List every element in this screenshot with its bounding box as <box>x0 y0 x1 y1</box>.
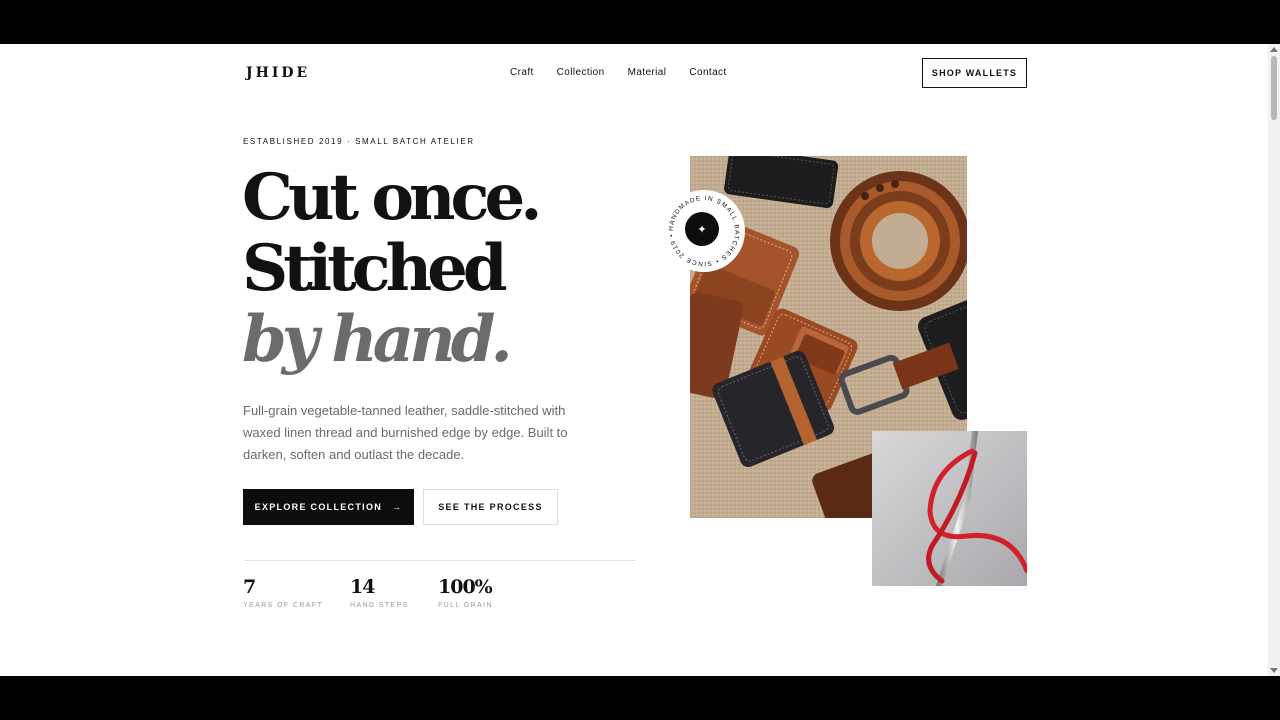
explore-collection-button[interactable]: EXPLORE COLLECTION → <box>243 489 414 525</box>
stat-value: 14 <box>350 576 375 598</box>
explore-collection-label: EXPLORE COLLECTION <box>254 502 383 512</box>
stat-years: 7 YEARS OF CRAFT <box>243 576 323 609</box>
page-viewport: JHIDE Craft Collection Material Contact … <box>0 44 1280 676</box>
nav-item-material[interactable]: Material <box>628 67 667 78</box>
stat-steps: 14 HAND STEPS <box>350 576 409 609</box>
stat-label: FULL GRAIN <box>438 602 493 609</box>
brand-logo[interactable]: JHIDE <box>246 65 310 81</box>
stat-value: 100% <box>438 576 493 598</box>
nav-item-collection[interactable]: Collection <box>557 67 605 78</box>
needle-thread-photo <box>872 431 1027 586</box>
arrow-right-icon: → <box>392 502 403 512</box>
stats-divider <box>243 560 637 561</box>
stat-grain: 100% FULL GRAIN <box>438 576 493 609</box>
belt <box>830 171 967 311</box>
see-process-button[interactable]: SEE THE PROCESS <box>423 489 558 525</box>
scrollbar-thumb[interactable] <box>1271 56 1277 120</box>
sparkle-icon: ✦ <box>685 212 719 246</box>
headline-line-1: Cut once. <box>242 160 542 235</box>
page-scrollbar[interactable] <box>1268 44 1280 676</box>
stat-value: 7 <box>243 576 256 598</box>
nav-item-contact[interactable]: Contact <box>689 67 726 78</box>
needle-thread-illustration <box>872 431 1027 586</box>
headline-line-3: by hand. <box>242 302 513 377</box>
stat-label: HAND STEPS <box>350 602 409 609</box>
hero-eyebrow: ESTABLISHED 2019 · SMALL BATCH ATELIER <box>243 137 475 146</box>
main-nav: Craft Collection Material Contact <box>510 67 750 78</box>
hero-headline: Cut once. Stitched by hand. <box>242 160 542 377</box>
headline-line-2: Stitched <box>242 231 508 306</box>
shop-wallets-button[interactable]: SHOP WALLETS <box>922 58 1027 88</box>
letterbox-top <box>0 0 1280 44</box>
handmade-badge: HANDMADE IN SMALL BATCHES • SINCE 2019 •… <box>663 190 745 272</box>
stat-label: YEARS OF CRAFT <box>243 602 324 609</box>
hero-description: Full-grain vegetable-tanned leather, sad… <box>243 403 568 462</box>
scroll-down-arrow-icon[interactable] <box>1270 668 1278 673</box>
letterbox-bottom <box>0 676 1280 720</box>
scroll-up-arrow-icon[interactable] <box>1270 47 1278 52</box>
nav-item-craft[interactable]: Craft <box>510 67 534 78</box>
